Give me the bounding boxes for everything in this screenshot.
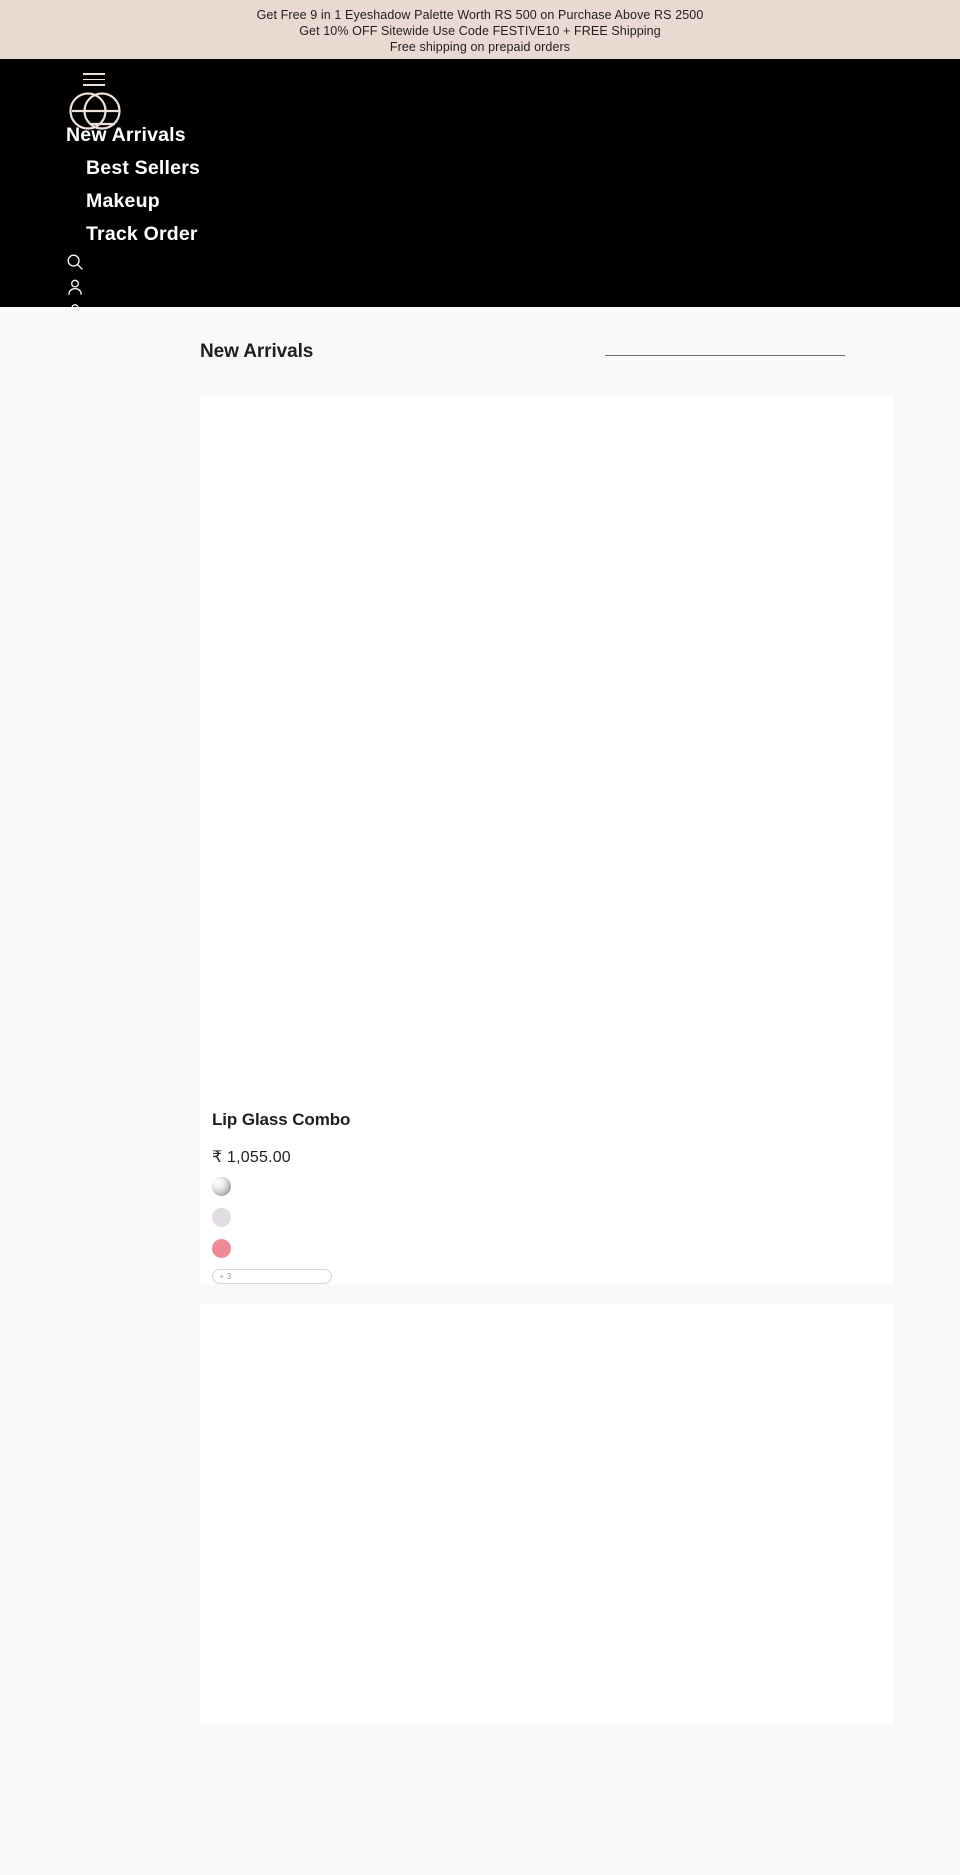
page-title: New Arrivals (200, 341, 314, 362)
main-content: New Arrivals Lip Glass Combo ₹ 1,055.00 … (0, 307, 960, 1724)
announcement-line-2: Get 10% OFF Sitewide Use Code FESTIVE10 … (299, 23, 661, 38)
nav-item-new-arrivals[interactable]: New Arrivals (0, 119, 960, 152)
account-icon[interactable] (66, 278, 86, 298)
swatch-rose[interactable] (212, 1239, 231, 1258)
product-card-placeholder[interactable] (200, 1304, 893, 1724)
nav-item-makeup[interactable]: Makeup (0, 185, 960, 218)
search-icon[interactable] (66, 253, 86, 273)
product-image[interactable] (200, 397, 893, 1107)
nav-item-best-sellers[interactable]: Best Sellers (0, 152, 960, 185)
hamburger-line-1 (83, 73, 105, 75)
announcement-line-1: Get Free 9 in 1 Eyeshadow Palette Worth … (256, 7, 704, 22)
swatch-lavender[interactable] (212, 1208, 231, 1227)
section-divider (605, 355, 845, 356)
swatch-image[interactable] (212, 1177, 231, 1196)
hamburger-line-2 (83, 78, 105, 81)
grid-gap (200, 1284, 893, 1304)
nav-item-track-order[interactable]: Track Order (0, 218, 960, 251)
announcement-bar: Get Free 9 in 1 Eyeshadow Palette Worth … (0, 0, 960, 59)
product-grid: Lip Glass Combo ₹ 1,055.00 + 3 (200, 397, 893, 1724)
announcement-line-3: Free shipping on prepaid orders (389, 39, 571, 54)
product-info: Lip Glass Combo ₹ 1,055.00 + 3 (200, 1107, 893, 1284)
color-swatch-list (212, 1177, 893, 1258)
site-header: New Arrivals Best Sellers Makeup Track O… (0, 59, 960, 321)
more-swatches-badge[interactable]: + 3 (212, 1269, 332, 1284)
section-header: New Arrivals (0, 307, 960, 397)
product-price: ₹ 1,055.00 (212, 1149, 291, 1166)
product-title[interactable]: Lip Glass Combo (212, 1107, 893, 1131)
product-card[interactable]: Lip Glass Combo ₹ 1,055.00 + 3 (200, 397, 893, 1284)
